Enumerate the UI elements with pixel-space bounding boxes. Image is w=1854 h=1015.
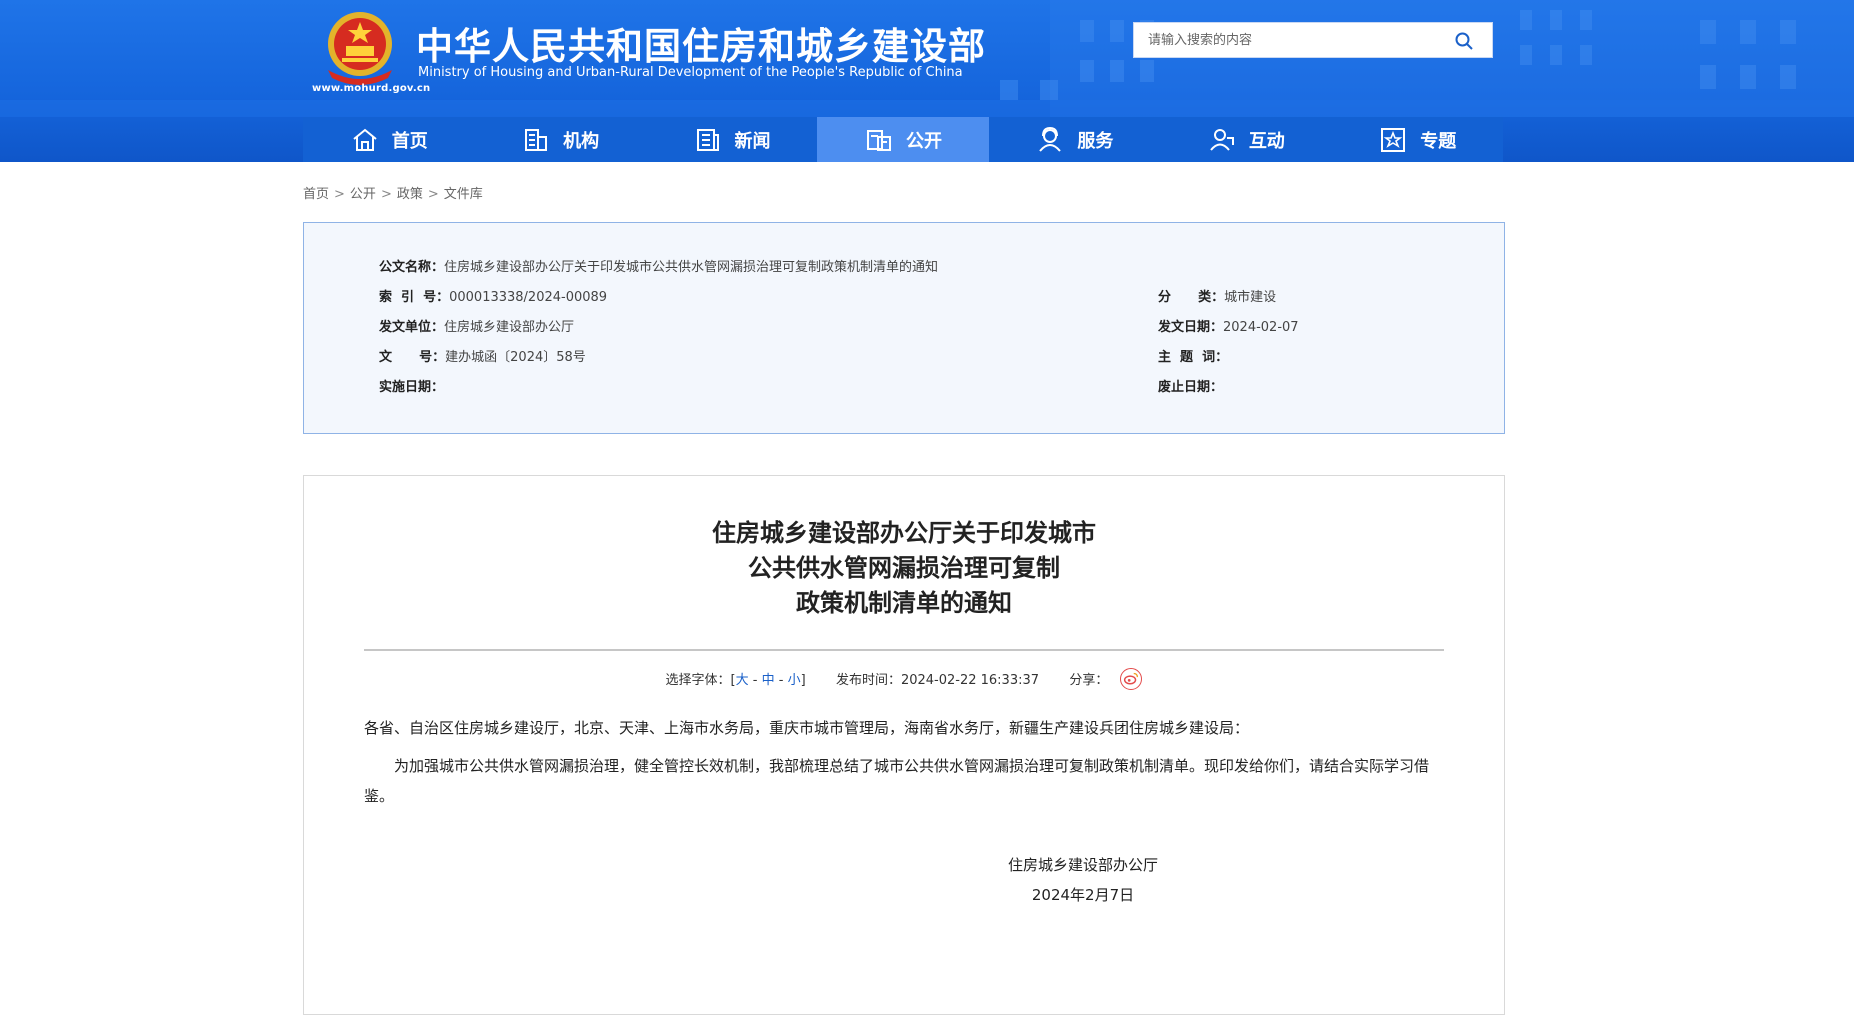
service-icon (1039, 126, 1062, 152)
meta-key: 索 引 号： (379, 290, 450, 305)
nav-service-label: 服务 (1077, 130, 1114, 152)
nav-news-label: 新闻 (734, 130, 771, 152)
building-icon (525, 128, 548, 151)
news-icon (696, 128, 719, 151)
star-icon (1381, 127, 1406, 152)
weibo-share-icon[interactable] (1120, 667, 1143, 690)
font-medium-button[interactable]: 中 (762, 673, 775, 688)
meta-row-docno: 文 号：建办城函〔2024〕58号 (379, 346, 586, 365)
meta-value: 城市建设 (1224, 290, 1277, 305)
breadcrumb-library[interactable]: 文件库 (444, 187, 483, 202)
sign-date: 2024年2月7日 (1031, 886, 1135, 904)
meta-key: 废止日期： (1158, 380, 1224, 395)
salutation: 各省、自治区住房城乡建设厅，北京、天津、上海市水务局，重庆市城市管理局，海南省水… (364, 719, 1250, 737)
meta-row-name: 公文名称：住房城乡建设部办公厅关于印发城市公共供水管网漏损治理可复制政策机制清单… (379, 256, 938, 275)
document-icon (866, 129, 891, 151)
title-divider (364, 649, 1444, 651)
nav-home-label: 首页 (391, 130, 428, 152)
nav-topic-label: 专题 (1420, 130, 1457, 152)
meta-key: 发文单位： (379, 320, 445, 335)
meta-key: 公文名称： (379, 260, 445, 275)
nav-news[interactable]: 新闻 (646, 117, 817, 162)
home-icon (353, 128, 377, 151)
meta-row-index: 索 引 号：000013338/2024-00089 (379, 286, 607, 305)
meta-value: 建办城函〔2024〕58号 (445, 350, 586, 365)
site-subtitle: Ministry of Housing and Urban-Rural Deve… (418, 65, 963, 80)
publish-label: 发布时间： (835, 673, 901, 688)
font-sep: - (748, 673, 762, 688)
meta-row-issuer: 发文单位：住房城乡建设部办公厅 (379, 316, 574, 335)
font-size-label: 选择字体：[ (665, 673, 736, 688)
meta-row-date: 发文日期：2024-02-07 (1158, 316, 1299, 335)
site-url[interactable]: www.mohurd.gov.cn (312, 83, 430, 94)
meta-row-expire: 废止日期： (1158, 376, 1223, 395)
share-label: 分享： (1069, 673, 1109, 688)
meta-key: 发文日期： (1158, 320, 1224, 335)
breadcrumb-separator: > (380, 187, 392, 202)
article-title-line: 住房城乡建设部办公厅关于印发城市 (712, 519, 1096, 547)
nav-public-label: 公开 (905, 130, 942, 152)
meta-value: 住房城乡建设部办公厅关于印发城市公共供水管网漏损治理可复制政策机制清单的通知 (444, 260, 939, 275)
font-large-button[interactable]: 大 (736, 673, 749, 688)
site-title: 中华人民共和国住房和城乡建设部 (416, 25, 986, 68)
meta-key: 分 类： (1158, 290, 1225, 305)
nav-home[interactable]: 首页 (303, 117, 474, 162)
main-nav: 首页 机构 新闻 公开 服务 互动 专题 (303, 117, 1503, 162)
body-paragraph: 为加强城市公共供水管网漏损治理，健全管控长效机制，我部梳理总结了城市公共供水管网… (364, 757, 1430, 805)
search-icon[interactable] (1454, 31, 1474, 51)
national-emblem-icon (328, 12, 392, 85)
meta-key: 文 号： (379, 350, 446, 365)
meta-row-impl: 实施日期： (379, 376, 444, 395)
font-end: ] (800, 673, 806, 688)
meta-value: 000013338/2024-00089 (449, 290, 608, 305)
breadcrumb-public[interactable]: 公开 (350, 187, 376, 202)
article-title-line: 政策机制清单的通知 (796, 589, 1012, 617)
site-header: www.mohurd.gov.cn 中华人民共和国住房和城乡建设部 Minist… (0, 0, 1854, 162)
meta-value: 住房城乡建设部办公厅 (444, 320, 575, 335)
breadcrumb-home[interactable]: 首页 (303, 187, 329, 202)
signer: 住房城乡建设部办公厅 (1007, 856, 1158, 874)
font-sep: - (774, 673, 788, 688)
font-small-button[interactable]: 小 (788, 673, 801, 688)
publish-time: 2024-02-22 16:33:37 (900, 673, 1040, 688)
article-title: 住房城乡建设部办公厅关于印发城市 公共供水管网漏损治理可复制 政策机制清单的通知 (304, 516, 1504, 621)
nav-service[interactable]: 服务 (989, 117, 1160, 162)
breadcrumb-policy[interactable]: 政策 (397, 187, 423, 202)
nav-interaction[interactable]: 互动 (1160, 117, 1331, 162)
nav-public[interactable]: 公开 (817, 117, 989, 162)
article-title-line: 公共供水管网漏损治理可复制 (748, 554, 1060, 582)
article-tools: 选择字体：[大 - 中 - 小] 发布时间：2024-02-22 16:33:3… (304, 667, 1504, 692)
meta-row-category: 分 类：城市建设 (1158, 286, 1276, 305)
meta-value: 2024-02-07 (1223, 320, 1299, 335)
article-panel: 住房城乡建设部办公厅关于印发城市 公共供水管网漏损治理可复制 政策机制清单的通知… (303, 475, 1505, 1015)
meta-key: 主 题 词： (1158, 350, 1229, 365)
meta-key: 实施日期： (379, 380, 445, 395)
nav-interaction-label: 互动 (1248, 130, 1285, 152)
document-metadata-panel: 公文名称：住房城乡建设部办公厅关于印发城市公共供水管网漏损治理可复制政策机制清单… (303, 222, 1505, 434)
breadcrumb-separator: > (334, 187, 345, 202)
nav-institution-label: 机构 (563, 130, 600, 152)
search-input[interactable] (1148, 23, 1438, 57)
meta-row-topic: 主 题 词： (1158, 346, 1228, 365)
interaction-icon (1210, 128, 1234, 151)
search-box (1133, 22, 1493, 58)
nav-institution[interactable]: 机构 (474, 117, 645, 162)
breadcrumb: 首页 > 公开 > 政策 > 文件库 (303, 183, 483, 202)
breadcrumb-separator: > (427, 187, 439, 202)
nav-topic[interactable]: 专题 (1332, 117, 1503, 162)
